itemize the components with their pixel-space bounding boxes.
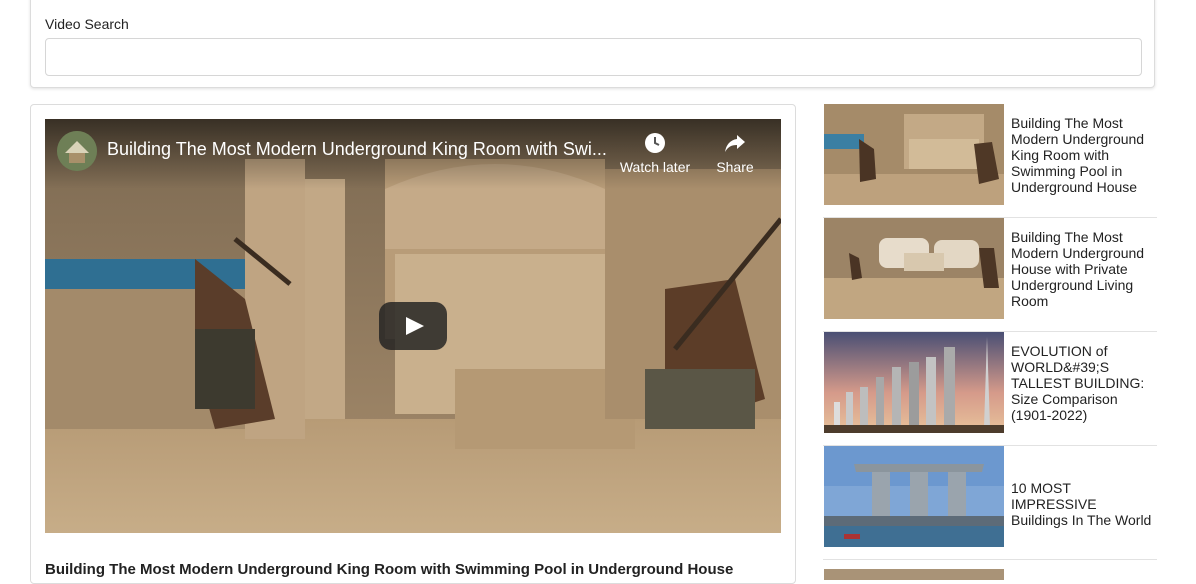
play-button[interactable] — [379, 302, 447, 350]
video-list-item[interactable]: Building The Most Modern Underground Hou… — [823, 218, 1157, 332]
share-arrow-icon — [725, 135, 745, 152]
video-list-item-title[interactable]: 10 MOST IMPRESSIVE Buildings In The Worl… — [1011, 480, 1155, 528]
player-video-title[interactable]: Building The Most Modern Underground Kin… — [107, 139, 607, 160]
clock-icon — [645, 133, 665, 153]
video-thumbnail[interactable] — [824, 218, 1004, 319]
share-button[interactable]: Share — [690, 131, 780, 175]
video-list: Building The Most Modern Underground Kin… — [823, 104, 1157, 580]
channel-avatar[interactable] — [57, 131, 97, 171]
search-input[interactable] — [45, 38, 1142, 76]
video-list-item[interactable]: Building The Most Modern Underground Kin… — [823, 104, 1157, 218]
video-detail-title: Building The Most Modern Underground Kin… — [45, 561, 734, 578]
search-panel: Video Search — [30, 0, 1155, 88]
video-list-item-title[interactable]: EVOLUTION of WORLD&#39;S TALLEST BUILDIN… — [1011, 343, 1155, 423]
video-thumbnail[interactable] — [824, 446, 1004, 547]
watch-later-button[interactable]: Watch later — [610, 131, 700, 175]
watch-later-label: Watch later — [619, 159, 691, 175]
search-label: Video Search — [45, 16, 129, 32]
video-thumbnail[interactable] — [824, 104, 1004, 205]
video-list-item-title[interactable]: Building The Most Modern Underground Hou… — [1011, 229, 1155, 309]
player-top-overlay: Building The Most Modern Underground Kin… — [45, 119, 781, 189]
video-list-item[interactable]: 10 MOST IMPRESSIVE Buildings In The Worl… — [823, 446, 1157, 560]
share-label: Share — [716, 159, 754, 175]
play-icon — [406, 317, 424, 335]
video-list-item[interactable]: EVOLUTION of WORLD&#39;S TALLEST BUILDIN… — [823, 332, 1157, 446]
video-list-item-title[interactable]: Building The Most Modern Underground Kin… — [1011, 115, 1155, 195]
video-list-item[interactable] — [823, 560, 1157, 580]
video-thumbnail[interactable] — [824, 332, 1004, 433]
video-detail-panel: Building The Most Modern Underground Kin… — [30, 104, 796, 584]
video-thumbnail[interactable] — [824, 568, 1004, 580]
video-player[interactable]: Building The Most Modern Underground Kin… — [45, 119, 781, 533]
